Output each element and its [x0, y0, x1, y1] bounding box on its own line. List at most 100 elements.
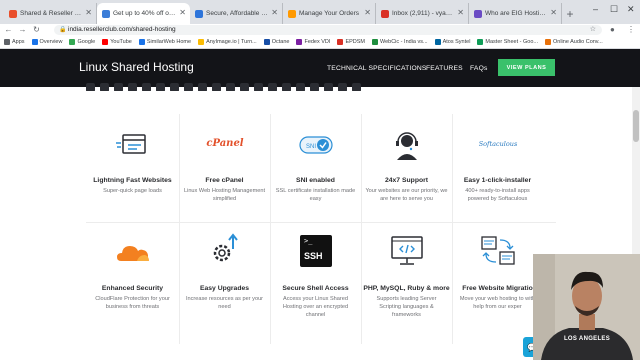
bookmark-item[interactable]: AnyImage.io | Turn...: [198, 39, 257, 45]
bookmark-item[interactable]: Atos Syntel: [434, 39, 470, 45]
bookmark-favicon-icon: [337, 39, 344, 45]
grid-divider: [452, 114, 453, 344]
cloud-icon: [117, 246, 149, 261]
bookmark-item[interactable]: WebCic - India vs...: [372, 39, 428, 45]
address-bar-row: ← → ↻ 🔒 india.resellerclub.com/shared-ho…: [0, 24, 640, 36]
apps-grid-icon: [4, 39, 10, 45]
feature-description: Move your web hosting to with help from …: [459, 296, 536, 310]
shirt-text: LOS ANGELES: [563, 336, 611, 342]
nav-link-technical-specifications[interactable]: TECHNICAL SPECIFICATIONS: [327, 65, 427, 72]
feature-title: Lightning Fast Websites: [93, 177, 172, 184]
back-icon[interactable]: ←: [3, 24, 14, 36]
feature-description: Super-quick page loads: [103, 188, 162, 194]
profile-icon[interactable]: ●: [610, 24, 615, 36]
bookmark-item[interactable]: Google: [69, 39, 95, 45]
close-window-icon[interactable]: ✕: [627, 4, 635, 15]
bookmark-item[interactable]: Online Audio Conv...: [545, 39, 603, 45]
bookmark-item[interactable]: YouTube: [102, 39, 132, 45]
lock-icon: 🔒: [59, 27, 67, 33]
gear-upgrade-icon: [213, 233, 238, 262]
youtube-icon: [102, 39, 109, 45]
feature-title: PHP, MySQL, Ruby & more: [363, 285, 450, 292]
sheets-icon: [477, 39, 484, 45]
bookmark-item[interactable]: Fedex VDI: [296, 39, 330, 45]
bookmark-favicon-icon: [296, 39, 303, 45]
bookmark-item[interactable]: Overview: [31, 39, 62, 45]
browser-tab-active[interactable]: Get up to 40% off on Linux S✕: [97, 3, 190, 24]
browser-tab[interactable]: Who are EIG Hosting? And i✕: [469, 3, 562, 24]
ssl-toggle-icon: SNI: [299, 136, 333, 154]
browser-tab[interactable]: Manage Your Orders ✕: [283, 3, 376, 24]
browser-tab-strip: Shared & Reseller Hosting, S✕ Get up to …: [0, 0, 640, 24]
close-tab-icon[interactable]: ✕: [85, 8, 92, 17]
favicon-icon: [195, 10, 203, 18]
bookmark-item[interactable]: Octane: [263, 39, 289, 45]
bookmark-favicon-icon: [372, 39, 378, 45]
bookmark-favicon-icon: [138, 39, 145, 45]
feature-title: Free Website Migratio: [462, 285, 533, 292]
bookmark-item[interactable]: SimilarWeb Home: [138, 39, 191, 45]
browser-tab[interactable]: Shared & Reseller Hosting, S✕: [4, 3, 97, 24]
bookmark-favicon-icon: [31, 39, 38, 45]
feature-description: Increase resources as per your need: [185, 296, 264, 310]
migration-icon: [481, 236, 515, 265]
bookmark-item[interactable]: Master Sheet - Goo...: [477, 39, 538, 45]
section-heading-cropped: [86, 79, 446, 91]
ssh-label: SSH: [304, 251, 323, 261]
code-monitor-icon: [391, 236, 423, 265]
speed-window-icon: [116, 134, 146, 154]
feature-description: Your websites are our priority, we are h…: [365, 188, 448, 202]
view-plans-button[interactable]: VIEW PLANS: [498, 59, 555, 76]
favicon-icon: [9, 10, 17, 18]
forward-icon[interactable]: →: [17, 24, 28, 36]
minimize-icon[interactable]: –: [593, 4, 598, 14]
feature-title: SNI enabled: [296, 177, 335, 184]
maximize-icon[interactable]: ☐: [610, 4, 618, 15]
headset-icon: [396, 132, 418, 160]
reload-icon[interactable]: ↻: [31, 24, 42, 36]
nav-link-faqs[interactable]: FAQs: [470, 65, 488, 72]
nav-link-features[interactable]: FEATURES: [426, 65, 463, 72]
feature-title: Easy 1-click-installer: [463, 177, 532, 184]
new-tab-button[interactable]: +: [562, 3, 578, 24]
ssh-terminal-icon: >_ SSH: [300, 235, 332, 267]
feature-description: SSL certificate installation made easy: [275, 188, 356, 202]
bookmark-item[interactable]: Apps: [4, 39, 25, 45]
feature-title: Free cPanel: [205, 177, 244, 184]
feature-description: Linux Web Hosting Management simplified: [183, 188, 266, 202]
presenter-video-frame: [533, 254, 640, 360]
svg-text:SNI: SNI: [306, 144, 316, 150]
bookmark-favicon-icon: [198, 39, 205, 45]
bookmark-favicon-icon: [434, 39, 441, 45]
bookmark-favicon-icon: [263, 39, 270, 45]
feature-title: Secure Shell Access: [282, 285, 349, 292]
feature-description: CloudFlare Protection for your business …: [95, 296, 170, 310]
bookmark-star-icon[interactable]: ☆: [590, 25, 596, 35]
menu-kebab-icon[interactable]: ⋮: [627, 24, 635, 36]
url-input[interactable]: 🔒 india.resellerclub.com/shared-hosting …: [54, 25, 602, 35]
scrollbar-thumb[interactable]: [633, 110, 639, 142]
favicon-icon: [102, 10, 110, 18]
browser-tab[interactable]: Secure, Affordable & Reliab✕: [190, 3, 283, 24]
feature-description: 400+ ready-to-install apps powered by So…: [465, 188, 530, 202]
webcam-overlay: LOS ANGELES: [533, 254, 640, 360]
bookmark-favicon-icon: [545, 39, 551, 45]
close-tab-icon[interactable]: ✕: [364, 8, 371, 17]
cpanel-logo: cPanel: [206, 138, 244, 149]
bookmark-item[interactable]: EPDSM: [337, 39, 365, 45]
grid-divider: [270, 114, 271, 344]
close-tab-icon[interactable]: ✕: [271, 8, 278, 17]
grid-divider: [86, 222, 556, 223]
close-tab-icon[interactable]: ✕: [550, 8, 557, 17]
close-tab-icon[interactable]: ✕: [457, 8, 464, 17]
google-icon: [69, 39, 76, 45]
feature-description: Supports leading Server Scripting langua…: [376, 296, 437, 318]
favicon-icon: [474, 10, 482, 18]
browser-tab[interactable]: Inbox (2,911) - vyaskrish2✕: [376, 3, 469, 24]
feature-description: Access your Linux Shared Hosting over an…: [282, 296, 349, 318]
feature-title: 24x7 Support: [384, 177, 429, 184]
grid-divider: [361, 114, 362, 344]
feature-title: Easy Upgrades: [199, 285, 250, 292]
close-tab-icon[interactable]: ✕: [179, 8, 186, 17]
grid-divider: [179, 114, 180, 344]
